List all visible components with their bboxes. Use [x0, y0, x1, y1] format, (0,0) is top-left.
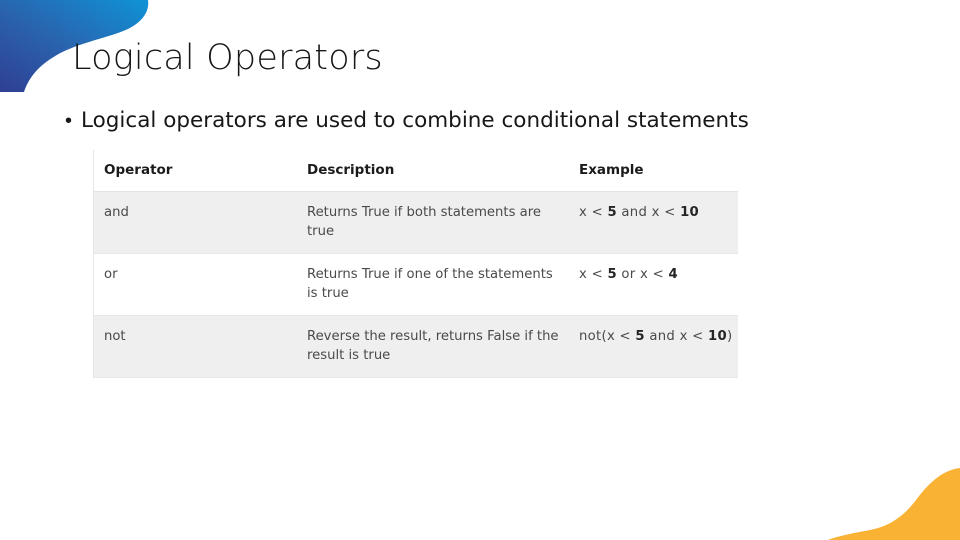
cell-description: Reverse the result, returns False if the… [296, 315, 568, 378]
cell-operator: and [93, 191, 296, 254]
cell-description: Returns True if one of the statements is… [296, 253, 568, 316]
table-body: and Returns True if both statements are … [93, 191, 738, 378]
column-header-example: Example [568, 150, 738, 192]
cell-description: Returns True if both statements are true [296, 191, 568, 254]
logical-operators-table: Operator Description Example and Returns… [93, 150, 738, 378]
cell-operator: not [93, 315, 296, 378]
cell-example: x < 5 or x < 4 [568, 253, 738, 316]
cell-example: not(x < 5 and x < 10) [568, 315, 738, 378]
table-row: and Returns True if both statements are … [93, 191, 738, 254]
column-header-description: Description [296, 150, 568, 192]
column-header-operator: Operator [93, 150, 296, 192]
page-title: Logical Operators [72, 38, 383, 78]
table-header-row: Operator Description Example [93, 150, 738, 192]
logical-operators-table-container: Operator Description Example and Returns… [93, 150, 738, 378]
table-row: or Returns True if one of the statements… [93, 253, 738, 316]
bullet-item-text: Logical operators are used to combine co… [81, 108, 749, 133]
bullet-list-item: • Logical operators are used to combine … [65, 106, 749, 136]
cell-example: x < 5 and x < 10 [568, 191, 738, 254]
cell-operator: or [93, 253, 296, 316]
orange-corner-decoration [828, 468, 960, 540]
bullet-marker-icon: • [65, 110, 73, 132]
table-row: not Reverse the result, returns False if… [93, 315, 738, 378]
